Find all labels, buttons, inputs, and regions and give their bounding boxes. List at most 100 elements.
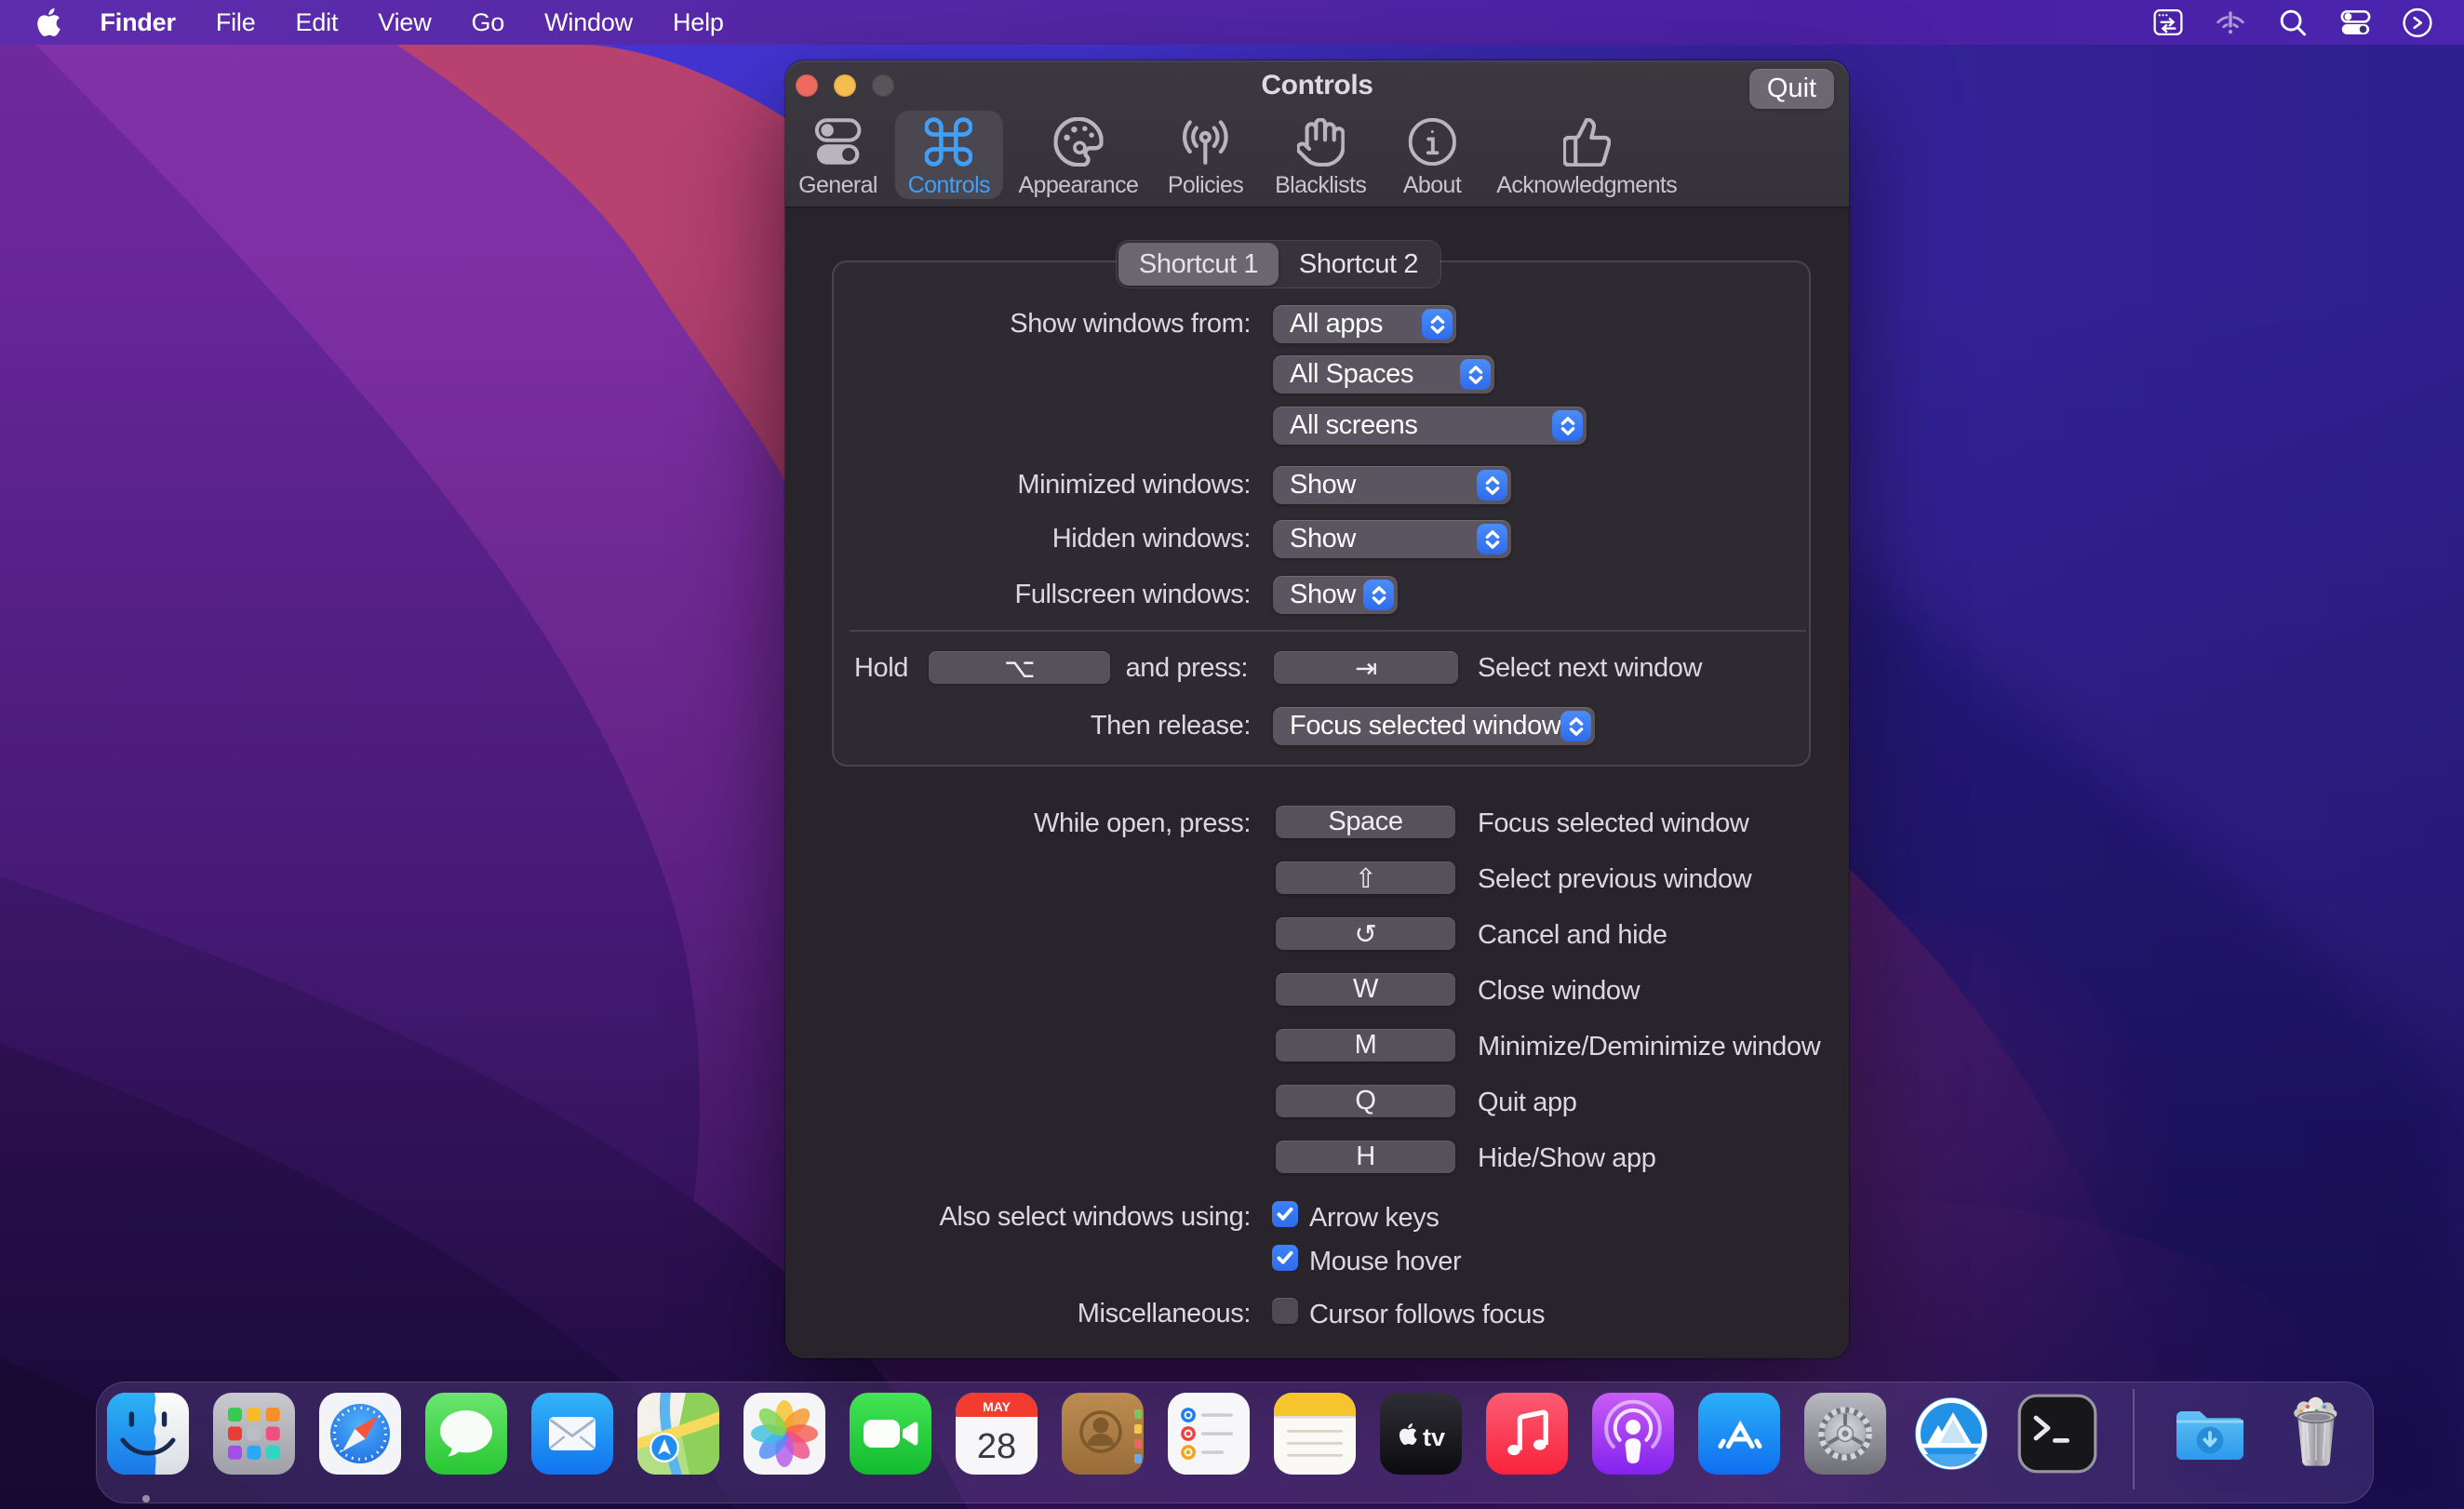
popup-stepper-icon (1552, 410, 1583, 441)
menu-go[interactable]: Go (451, 0, 525, 45)
menu-file[interactable]: File (195, 0, 275, 45)
hold-label: Hold (854, 653, 908, 684)
menu-edit[interactable]: Edit (275, 0, 358, 45)
dock-contacts-icon[interactable] (1062, 1393, 1144, 1475)
key-space[interactable]: Space (1276, 806, 1455, 838)
popup-value: Show (1273, 580, 1363, 610)
popup-stepper-icon (1477, 470, 1507, 501)
key-q[interactable]: Q (1276, 1085, 1455, 1117)
while-open-label: While open, press: (1034, 808, 1251, 839)
dock-downloads-folder-icon[interactable] (2169, 1393, 2251, 1475)
toolbar-tab-appearance[interactable]: Appearance (1005, 111, 1151, 199)
dock-system-preferences-icon[interactable] (1804, 1393, 1886, 1475)
menu-app-name[interactable]: Finder (80, 0, 195, 45)
info-circle-icon (1409, 114, 1456, 169)
popup-value: Focus selected window (1273, 711, 1560, 741)
dock-terminal-icon[interactable] (2016, 1393, 2098, 1475)
then-release-popup[interactable]: Focus selected window (1273, 707, 1595, 745)
fullscreen-windows-label: Fullscreen windows: (1015, 580, 1252, 610)
hold-key-recorder[interactable]: ⌥ (929, 651, 1110, 684)
action-cancel-hide: Cancel and hide (1478, 920, 1667, 951)
dock-music-icon[interactable] (1486, 1393, 1568, 1475)
dock-notes-icon[interactable] (1274, 1393, 1356, 1475)
popup-stepper-icon (1363, 580, 1394, 610)
action-minimize: Minimize/Deminimize window (1478, 1032, 1820, 1062)
dock-messages-icon[interactable] (425, 1393, 507, 1475)
screens-popup[interactable]: All screens (1273, 407, 1587, 445)
popup-value: Show (1273, 470, 1477, 501)
menu-view[interactable]: View (358, 0, 451, 45)
popup-stepper-icon (1422, 309, 1453, 340)
status-icons (2152, 7, 2464, 38)
dock-finder-icon[interactable] (107, 1393, 189, 1475)
thumbs-up-icon (1563, 114, 1611, 169)
dock-facetime-icon[interactable] (850, 1393, 931, 1475)
dock-reminders-icon[interactable] (1168, 1393, 1250, 1475)
toolbar-tab-controls[interactable]: Controls (895, 111, 1003, 199)
key-escape[interactable]: ↺ (1276, 917, 1455, 950)
toolbar-tab-acknowledgments[interactable]: Acknowledgments (1483, 111, 1690, 199)
cursor-follows-checkbox[interactable] (1272, 1298, 1298, 1324)
then-release-label: Then release: (1091, 711, 1251, 741)
mouse-hover-label: Mouse hover (1309, 1247, 1461, 1277)
show-windows-from-label: Show windows from: (1010, 309, 1251, 340)
action-select-previous: Select previous window (1478, 864, 1751, 895)
arrow-keys-checkbox[interactable] (1272, 1201, 1298, 1227)
dock-alttab-icon[interactable] (1910, 1393, 1992, 1475)
dock-safari-icon[interactable] (319, 1393, 401, 1475)
toolbar-tab-general[interactable]: General (785, 111, 891, 199)
menu-window[interactable]: Window (525, 0, 653, 45)
shortcut-tabs: Shortcut 1 Shortcut 2 (1117, 241, 1440, 287)
press-key-recorder[interactable]: ⇥ (1274, 651, 1458, 684)
screen-mirroring-icon[interactable] (2152, 7, 2184, 38)
key-h[interactable]: H (1276, 1141, 1455, 1173)
search-icon[interactable] (2277, 7, 2309, 38)
popup-stepper-icon (1460, 359, 1491, 390)
popup-value: All Spaces (1273, 359, 1460, 390)
spaces-popup[interactable]: All Spaces (1273, 355, 1494, 394)
action-hide-show-app: Hide/Show app (1478, 1143, 1656, 1174)
hand-raised-icon (1297, 114, 1345, 169)
hidden-windows-label: Hidden windows: (1052, 524, 1251, 554)
dock-trash-icon[interactable] (2275, 1393, 2357, 1475)
palette-icon (1053, 114, 1103, 169)
dock-running-indicator (142, 1495, 150, 1502)
arrow-keys-label: Arrow keys (1309, 1203, 1439, 1234)
popup-value: All apps (1273, 309, 1422, 340)
dock-maps-icon[interactable] (637, 1393, 719, 1475)
fullscreen-windows-popup[interactable]: Show (1273, 576, 1398, 614)
toolbar-tab-blacklists[interactable]: Blacklists (1262, 111, 1379, 199)
dock-photos-icon[interactable] (743, 1393, 825, 1475)
wifi-warning-icon[interactable] (2215, 7, 2246, 38)
dock-calendar-icon[interactable]: MAY 28 (956, 1393, 1038, 1475)
toolbar-tab-about[interactable]: About (1390, 111, 1474, 199)
toolbar-tab-policies[interactable]: Policies (1155, 111, 1256, 199)
dock-separator (2133, 1389, 2135, 1489)
action-quit-app: Quit app (1478, 1088, 1576, 1118)
dock-podcasts-icon[interactable] (1592, 1393, 1674, 1475)
key-shift[interactable]: ⇧ (1276, 861, 1455, 894)
shell-prompt-icon[interactable] (2402, 7, 2433, 38)
mouse-hover-checkbox[interactable] (1272, 1245, 1298, 1271)
alttab-preferences-window: Controls Quit General (785, 60, 1849, 1358)
key-w[interactable]: W (1276, 973, 1455, 1006)
select-next-window-label: Select next window (1478, 653, 1702, 684)
control-center-icon[interactable] (2339, 7, 2371, 38)
dock-tv-icon[interactable]: tv (1380, 1393, 1462, 1475)
title-bar[interactable]: Controls Quit General (785, 60, 1849, 208)
dock-app-store-icon[interactable] (1698, 1393, 1780, 1475)
dock-mail-icon[interactable] (531, 1393, 613, 1475)
tab-shortcut-2[interactable]: Shortcut 2 (1279, 243, 1439, 286)
hidden-windows-popup[interactable]: Show (1273, 520, 1511, 558)
minimized-windows-popup[interactable]: Show (1273, 466, 1511, 504)
apple-menu-icon[interactable] (37, 6, 65, 39)
svg-text:tv: tv (1423, 1423, 1445, 1451)
show-windows-from-popup[interactable]: All apps (1273, 305, 1456, 343)
tab-shortcut-1[interactable]: Shortcut 1 (1118, 243, 1279, 286)
group-divider (850, 630, 1806, 632)
menu-help[interactable]: Help (652, 0, 743, 45)
key-m[interactable]: M (1276, 1029, 1455, 1062)
and-press-label: and press: (1126, 653, 1248, 684)
dock-launchpad-icon[interactable] (213, 1393, 295, 1475)
calendar-month-label: MAY (983, 1399, 1011, 1414)
